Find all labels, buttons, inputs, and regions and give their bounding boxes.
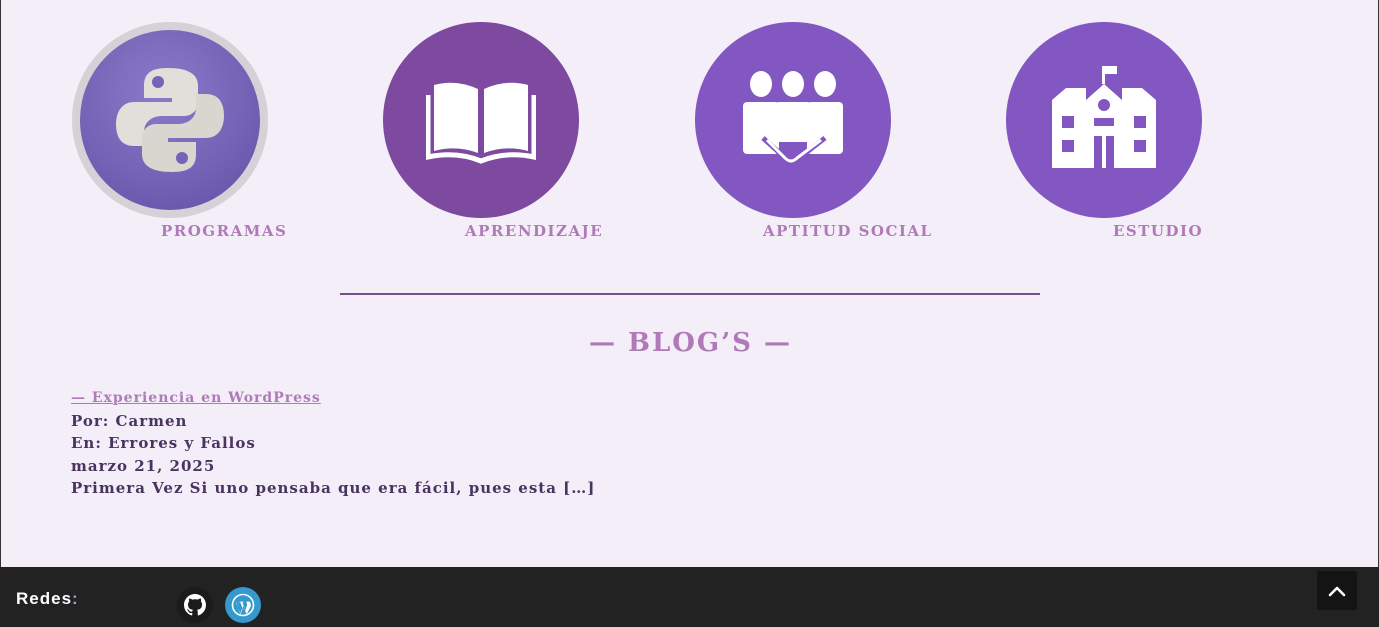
scroll-to-top-button[interactable] [1317, 571, 1357, 610]
blog-post-item: — Experiencia en WordPress Por: Carmen E… [71, 386, 595, 500]
blog-post-date: marzo 21, 2025 [71, 456, 216, 475]
wordpress-icon [231, 593, 255, 617]
blog-post-title-link[interactable]: — Experiencia en WordPress [71, 390, 321, 406]
section-divider [340, 293, 1040, 295]
aprendizaje-feature-image[interactable] [383, 22, 579, 218]
book-icon [426, 82, 536, 164]
blog-post-category: En: Errores y Fallos [71, 434, 256, 452]
estudio-feature-image[interactable] [1006, 22, 1202, 218]
blog-section-title: — BLOG’S — [588, 328, 793, 358]
github-link[interactable] [177, 587, 213, 623]
blog-post-excerpt: Primera Vez Si uno pensaba que era fácil… [71, 479, 596, 497]
python-icon [116, 68, 224, 172]
github-icon [184, 594, 206, 616]
feature-label-aptitud-social[interactable]: APTITUD SOCIAL [763, 222, 933, 240]
footer-label-colon: : [72, 589, 79, 608]
chevron-up-icon [1328, 586, 1346, 596]
footer-social-label: Redes: [16, 589, 79, 609]
feature-label-programas[interactable]: PROGRAMAS [161, 222, 287, 240]
site-footer: Redes: [0, 567, 1379, 627]
school-building-icon [1052, 66, 1156, 168]
feature-label-estudio[interactable]: ESTUDIO [1113, 222, 1203, 240]
wordpress-link[interactable] [225, 587, 261, 623]
aptitud-social-feature-image[interactable] [695, 22, 891, 218]
blog-post-author: Por: Carmen [71, 411, 188, 430]
programas-feature-image[interactable] [72, 22, 268, 218]
handshake-group-icon [743, 71, 843, 164]
main-content: PROGRAMAS APRENDIZAJE APTITUD SOCIAL EST… [0, 0, 1379, 567]
feature-label-aprendizaje[interactable]: APRENDIZAJE [465, 222, 603, 240]
footer-label-text: Redes [16, 589, 73, 608]
